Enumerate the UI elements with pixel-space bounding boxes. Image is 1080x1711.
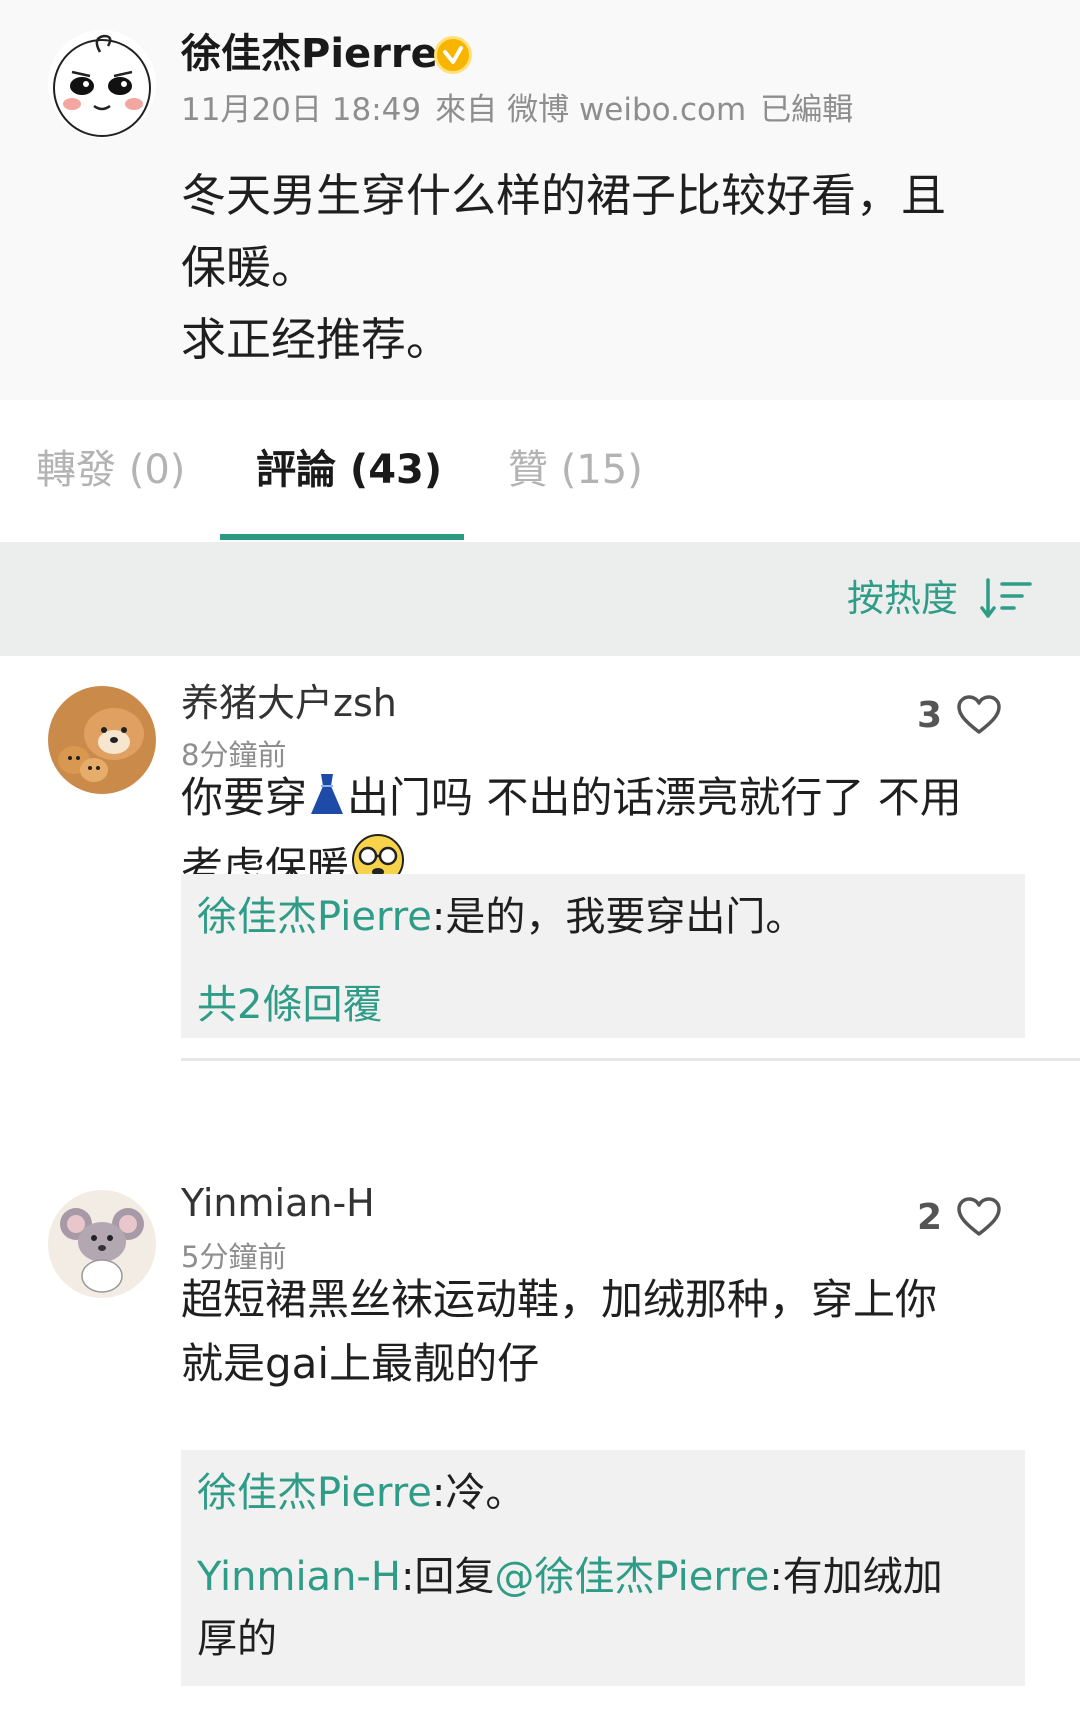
comment-text-segment: 出门吗 不出的话漂亮就行了 不用: [347, 773, 962, 822]
heart-icon[interactable]: [956, 1196, 1002, 1238]
sort-icon[interactable]: [980, 578, 1032, 622]
reply-author[interactable]: 徐佳杰Pierre: [197, 894, 432, 940]
reply-prefix: :回复: [400, 1554, 495, 1600]
like-count: 2: [916, 1196, 942, 1238]
reply-author[interactable]: 徐佳杰Pierre: [197, 1470, 432, 1516]
author-avatar[interactable]: [48, 30, 156, 138]
tab-reposts[interactable]: 轉發 (0): [36, 442, 185, 498]
sort-bar: 按热度: [0, 542, 1080, 656]
reply-author[interactable]: Yinmian-H: [197, 1554, 401, 1600]
comment-text-segment: 你要穿: [181, 773, 308, 822]
view-all-replies-link[interactable]: 共2條回覆: [197, 974, 1009, 1036]
commenter-avatar[interactable]: [48, 686, 156, 794]
active-tab-indicator: [220, 534, 464, 540]
edited-label[interactable]: 已編輯: [760, 92, 853, 128]
post-text-line: 求正经推荐。: [181, 313, 452, 366]
reply-preview-box[interactable]: 徐佳杰Pierre:是的，我要穿出门。 共2條回覆: [181, 874, 1025, 1038]
post-card: 徐佳杰Pierre 11月20日 18:49 來自 微博 weibo.com 已編輯 …: [0, 0, 1080, 400]
reply-text-continued: 厚的: [197, 1616, 277, 1662]
comment-item: 养猪大户zsh 8分鐘前 3 你要穿 出门吗 不出的话漂亮就行了 不用 考虑保暖 …: [0, 656, 1080, 1154]
post-meta: 11月20日 18:49 來自 微博 weibo.com 已編輯: [181, 90, 867, 130]
dress-emoji-icon: [311, 774, 344, 814]
comment-text: 超短裙黑丝袜运动鞋，加绒那种，穿上你 就是gai上最靓的仔: [181, 1268, 1041, 1396]
reply-text: :有加绒加: [769, 1554, 943, 1600]
reply-text: :是的，我要穿出门。: [431, 894, 806, 940]
comment-text-line: 超短裙黑丝袜运动鞋，加绒那种，穿上你: [181, 1275, 938, 1324]
post-tabs: 轉發 (0) 評論 (43) 贊 (15): [0, 400, 1080, 542]
reply-item: 徐佳杰Pierre:是的，我要穿出门。: [197, 886, 1009, 948]
post-text: 冬天男生穿什么样的裙子比较好看，且 保暖。 求正经推荐。: [181, 160, 1021, 376]
shiba-dog-avatar-icon: [48, 686, 156, 794]
reply-mention-link[interactable]: @徐佳杰Pierre: [494, 1554, 769, 1600]
tab-comments[interactable]: 評論 (43): [256, 442, 442, 498]
commenter-avatar[interactable]: [48, 1190, 156, 1298]
cartoon-mouse-avatar-icon: [48, 1190, 156, 1298]
post-text-line: 冬天男生穿什么样的裙子比较好看，且: [181, 169, 947, 222]
comment-item: Yinmian-H 5分鐘前 2 超短裙黑丝袜运动鞋，加绒那种，穿上你 就是ga…: [0, 1158, 1080, 1711]
post-source[interactable]: 微博 weibo.com: [507, 92, 746, 128]
commenter-name[interactable]: Yinmian-H: [181, 1178, 375, 1228]
like-count: 3: [916, 694, 942, 736]
post-text-line: 保暖。: [181, 241, 317, 294]
like-control[interactable]: 3: [917, 694, 1002, 736]
comment-text-line: 你要穿 出门吗 不出的话漂亮就行了 不用: [181, 766, 1041, 830]
commenter-name[interactable]: 养猪大户zsh: [181, 678, 397, 728]
comment-text-line: 就是gai上最靓的仔: [181, 1339, 540, 1388]
reply-item: 徐佳杰Pierre:冷。: [197, 1462, 1009, 1524]
sort-by-hot-button[interactable]: 按热度: [847, 575, 958, 623]
reply-preview-box[interactable]: 徐佳杰Pierre:冷。 Yinmian-H:回复@徐佳杰Pierre:有加绒加…: [181, 1450, 1025, 1686]
reply-text: :冷。: [431, 1470, 526, 1516]
reply-item: Yinmian-H:回复@徐佳杰Pierre:有加绒加: [197, 1546, 1009, 1608]
like-control[interactable]: 2: [917, 1196, 1002, 1238]
post-source-prefix: 來自: [435, 92, 498, 128]
tab-likes[interactable]: 贊 (15): [508, 442, 643, 498]
heart-icon[interactable]: [956, 694, 1002, 736]
verified-badge-icon: [434, 36, 472, 74]
weibo-comments-screen: 徐佳杰Pierre 11月20日 18:49 來自 微博 weibo.com 已編輯 …: [0, 0, 1080, 1711]
post-date: 11月20日 18:49: [181, 92, 422, 128]
comment-divider: [181, 1058, 1080, 1061]
author-name[interactable]: 徐佳杰Pierre: [181, 26, 438, 82]
cartoon-face-icon: [53, 34, 151, 137]
